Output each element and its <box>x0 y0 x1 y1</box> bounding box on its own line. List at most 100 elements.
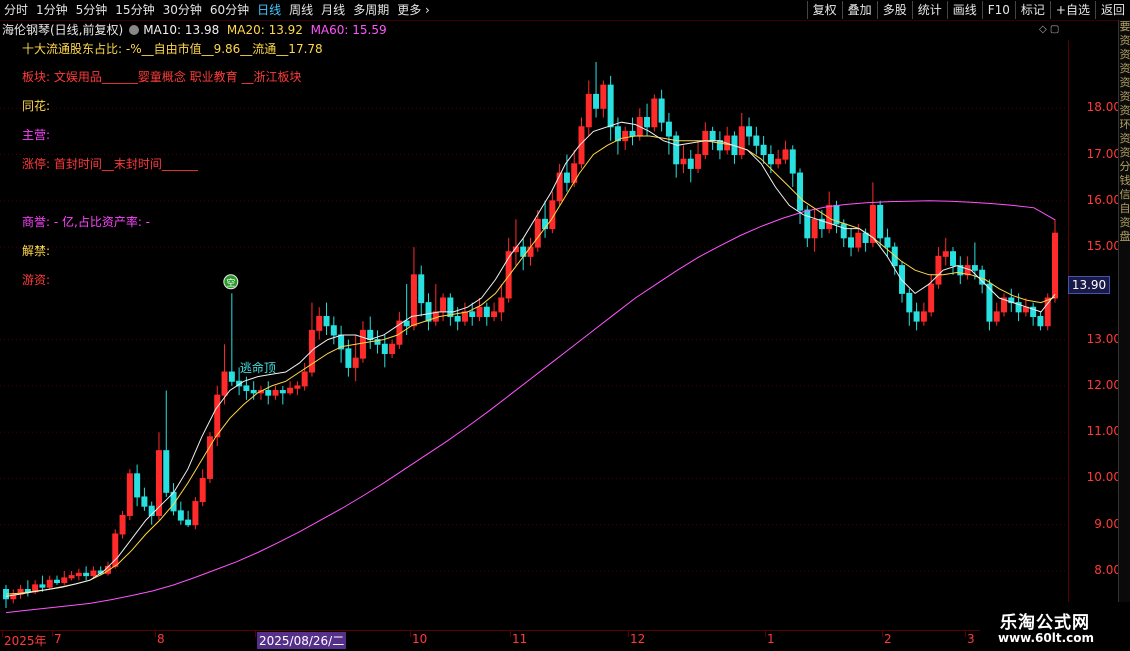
candle-body <box>775 158 782 165</box>
candle-body <box>389 343 396 355</box>
candle-body <box>804 209 811 239</box>
price-label: 10.00 <box>1086 470 1121 485</box>
tab-3[interactable]: 15分钟 <box>111 0 158 20</box>
toolbar-button-1[interactable]: 叠加 <box>841 1 877 19</box>
candle-body <box>301 371 308 387</box>
side-char: 钱 <box>1119 174 1130 187</box>
side-char: 自 <box>1119 202 1130 215</box>
ma10-line <box>5 121 1056 597</box>
candle-body <box>185 519 192 526</box>
toolbar-button-7[interactable]: +自选 <box>1049 1 1095 19</box>
side-char: 环 <box>1119 118 1130 131</box>
candle-body <box>789 149 796 174</box>
chart-corner-icons[interactable]: ◇ ▢ <box>1039 24 1059 35</box>
candle-body <box>622 130 629 142</box>
date-label: 2025年 <box>4 634 47 648</box>
period-tabs: 分时 1分钟 5分钟 15分钟 30分钟 60分钟 日线 周线 月线 多周期 更多 › <box>0 0 434 20</box>
candle-body <box>556 172 563 202</box>
date-tick <box>510 631 511 637</box>
toolbar-button-6[interactable]: 标记 <box>1014 1 1050 19</box>
toolbar-button-3[interactable]: 统计 <box>911 1 947 19</box>
ma20-value: MA20: 13.92 <box>226 23 303 37</box>
candle-body <box>483 306 490 317</box>
candle-body <box>687 158 694 169</box>
candle-body <box>738 126 745 156</box>
candle-body <box>250 390 257 394</box>
side-char: 资 <box>1119 76 1130 89</box>
candle-body <box>658 98 665 123</box>
candle-body <box>928 283 935 313</box>
candle-body <box>287 387 294 394</box>
candle-body <box>884 237 891 248</box>
candle-body <box>942 251 949 257</box>
tab-0[interactable]: 分时 <box>0 0 32 20</box>
price-label: 13.00 <box>1086 331 1121 346</box>
tab-10[interactable]: 更多 › <box>393 0 434 20</box>
tab-2[interactable]: 5分钟 <box>72 0 112 20</box>
price-label: 12.00 <box>1086 377 1121 392</box>
tab-8[interactable]: 月线 <box>317 0 349 20</box>
candle-body <box>447 297 454 317</box>
tab-7[interactable]: 周线 <box>285 0 317 20</box>
tab-9[interactable]: 多周期 <box>349 0 393 20</box>
tab-6[interactable]: 日线 <box>253 0 285 20</box>
tab-1[interactable]: 1分钟 <box>32 0 72 20</box>
toolbar-button-5[interactable]: F10 <box>981 1 1015 19</box>
candle-body <box>61 577 68 584</box>
toolbar-button-4[interactable]: 画线 <box>946 1 982 19</box>
side-char: 资 <box>1119 90 1130 103</box>
info-business: 主营: <box>22 128 51 142</box>
candle-body <box>920 311 927 322</box>
date-label: 1 <box>767 632 775 646</box>
candle-body <box>746 126 753 137</box>
tab-5[interactable]: 60分钟 <box>206 0 253 20</box>
candle-body <box>906 292 913 313</box>
side-char: 资 <box>1119 132 1130 145</box>
price-label: 17.00 <box>1086 146 1121 161</box>
toolbar-button-0[interactable]: 复权 <box>806 1 842 19</box>
side-char: 资 <box>1119 146 1130 159</box>
date-label: 3 <box>967 632 975 646</box>
tab-4[interactable]: 30分钟 <box>159 0 206 20</box>
candle-body <box>899 265 906 294</box>
ma20-line <box>5 135 1056 595</box>
settings-gear-icon[interactable] <box>129 25 140 35</box>
candle-body <box>979 269 986 285</box>
ma10-value: MA10: 13.98 <box>143 23 220 37</box>
side-char: 资 <box>1119 216 1130 229</box>
escape-top-label: 逃命顶 <box>240 360 276 375</box>
candle-body <box>53 579 60 584</box>
watermark-url: www.60lt.com <box>998 631 1095 645</box>
side-char: 资 <box>1119 62 1130 75</box>
candle-body <box>855 232 862 248</box>
toolbar-button-2[interactable]: 多股 <box>876 1 912 19</box>
watermark: 乐淘公式网 www.60lt.com <box>980 602 1130 650</box>
candle-body <box>680 158 687 165</box>
info-tonghua: 同花: <box>22 99 51 113</box>
top-bar: 分时 1分钟 5分钟 15分钟 30分钟 60分钟 日线 周线 月线 多周期 更多 › 复权 叠加 多股… <box>0 0 1130 21</box>
date-tick <box>410 631 411 637</box>
candle-body <box>403 320 410 327</box>
candle-body <box>359 329 366 359</box>
toolbar-button-8[interactable]: 返回 <box>1094 1 1130 19</box>
candle-body <box>644 117 651 128</box>
side-info-column[interactable]: 要资资资资资资环资资分钱信自资盘 <box>1118 20 1130 630</box>
stock-title[interactable]: 海伦钢琴(日线,前复权) <box>2 23 123 37</box>
candle-body <box>440 297 447 313</box>
candle-body <box>243 385 250 392</box>
kline-chart[interactable]: 空逃命顶 <box>0 40 1068 630</box>
candle-body <box>695 154 702 169</box>
candle-body <box>877 204 884 239</box>
candle-body <box>330 325 337 336</box>
candle-body <box>39 584 46 588</box>
date-tick <box>765 631 766 637</box>
candle-body <box>476 306 483 317</box>
current-price-box: 13.90 <box>1068 276 1110 294</box>
price-label: 16.00 <box>1086 192 1121 207</box>
date-tick <box>2 631 3 637</box>
date-label: 2 <box>884 632 892 646</box>
candle-body <box>614 126 621 142</box>
candle-body <box>410 274 417 327</box>
date-label: 12 <box>630 632 646 646</box>
candle-body <box>1037 315 1044 327</box>
